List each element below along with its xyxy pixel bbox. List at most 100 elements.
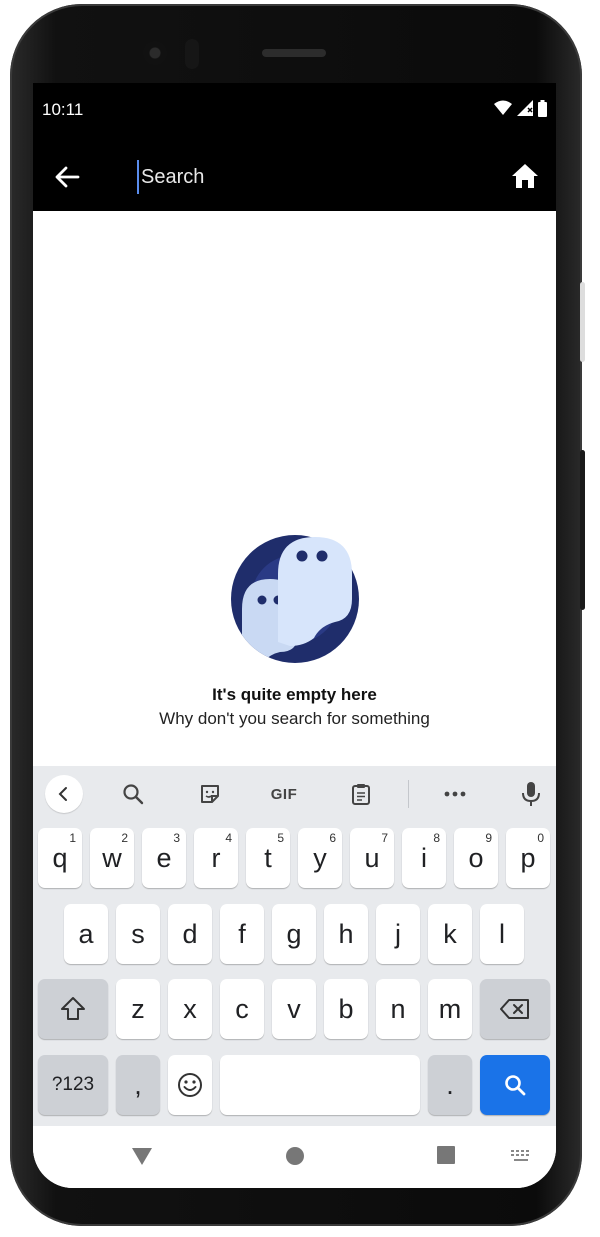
signal-icon	[517, 100, 533, 116]
key-letter: p	[520, 842, 536, 873]
key-z[interactable]: z	[116, 979, 160, 1039]
key-number-hint: 5	[277, 831, 284, 845]
key-number-hint: 1	[69, 831, 76, 845]
backspace-icon	[500, 999, 529, 1019]
home-icon[interactable]	[510, 161, 540, 191]
key-u[interactable]: u7	[350, 828, 394, 888]
volume-button	[580, 450, 585, 610]
key-letter: u	[364, 842, 380, 873]
more-horizontal-icon	[444, 791, 466, 797]
battery-icon	[538, 99, 547, 117]
shift-key[interactable]	[38, 979, 108, 1039]
key-number-hint: 7	[381, 831, 388, 845]
key-m[interactable]: m	[428, 979, 472, 1039]
key-letter: o	[468, 842, 484, 873]
shift-icon	[61, 997, 85, 1020]
key-j[interactable]: j	[376, 904, 420, 964]
gif-label: GIF	[270, 785, 298, 803]
sticker-button[interactable]	[190, 776, 230, 812]
soft-keyboard: GIF q1w2e3r4t5y6u7i8o9p0 asdfghjkl zxcvb…	[33, 766, 556, 1126]
nav-back-icon[interactable]	[131, 1146, 153, 1166]
key-r[interactable]: r4	[194, 828, 238, 888]
keyboard-toolbar: GIF	[33, 766, 556, 822]
search-app-bar	[33, 135, 556, 211]
key-e[interactable]: e3	[142, 828, 186, 888]
search-input[interactable]	[137, 160, 491, 194]
clipboard-icon	[352, 784, 370, 805]
key-p[interactable]: p0	[506, 828, 550, 888]
key-o[interactable]: o9	[454, 828, 498, 888]
chevron-left-icon	[58, 787, 67, 801]
key-a[interactable]: a	[64, 904, 108, 964]
voice-input-button[interactable]	[511, 776, 551, 812]
key-number-hint: 8	[433, 831, 440, 845]
period-key[interactable]: .	[428, 1055, 472, 1115]
key-n[interactable]: n	[376, 979, 420, 1039]
search-action-key[interactable]	[480, 1055, 550, 1115]
keyboard-switch-icon[interactable]	[511, 1150, 533, 1164]
ghosts-illustration-icon	[231, 535, 359, 663]
key-number-hint: 2	[121, 831, 128, 845]
emoji-icon	[178, 1073, 202, 1097]
key-letter: q	[52, 842, 68, 873]
key-t[interactable]: t5	[246, 828, 290, 888]
nav-home-icon[interactable]	[284, 1145, 306, 1167]
emoji-key[interactable]	[168, 1055, 212, 1115]
key-d[interactable]: d	[168, 904, 212, 964]
front-camera	[143, 41, 167, 65]
key-b[interactable]: b	[324, 979, 368, 1039]
key-f[interactable]: f	[220, 904, 264, 964]
nav-recents-icon[interactable]	[436, 1145, 456, 1165]
key-l[interactable]: l	[480, 904, 524, 964]
earpiece-speaker	[262, 49, 326, 57]
empty-state: It's quite empty here Why don't you sear…	[33, 211, 556, 766]
symbols-key[interactable]: ?123	[38, 1055, 108, 1115]
key-letter: w	[102, 842, 122, 873]
microphone-icon	[522, 782, 540, 806]
empty-state-subtitle: Why don't you search for something	[159, 709, 430, 728]
key-number-hint: 4	[225, 831, 232, 845]
search-icon	[505, 1075, 526, 1096]
key-number-hint: 0	[537, 831, 544, 845]
wifi-icon	[494, 100, 512, 115]
toolbar-divider	[408, 780, 409, 808]
toolbar-collapse-button[interactable]	[45, 775, 83, 813]
more-options-button[interactable]	[435, 776, 475, 812]
status-time: 10:11	[42, 100, 84, 119]
key-k[interactable]: k	[428, 904, 472, 964]
screen: 10:11 It's quit	[33, 83, 556, 1188]
gif-button[interactable]: GIF	[264, 776, 304, 812]
key-letter: e	[156, 842, 172, 873]
key-w[interactable]: w2	[90, 828, 134, 888]
empty-state-title: It's quite empty here	[212, 685, 377, 704]
key-g[interactable]: g	[272, 904, 316, 964]
key-number-hint: 9	[485, 831, 492, 845]
proximity-sensor	[185, 39, 199, 69]
keyboard-search-button[interactable]	[113, 776, 153, 812]
sticker-icon	[201, 785, 219, 803]
key-s[interactable]: s	[116, 904, 160, 964]
key-number-hint: 6	[329, 831, 336, 845]
search-icon	[123, 784, 144, 805]
key-letter: y	[313, 842, 327, 873]
comma-key[interactable]: ,	[116, 1055, 160, 1115]
back-arrow-icon[interactable]	[51, 161, 83, 193]
key-i[interactable]: i8	[402, 828, 446, 888]
key-v[interactable]: v	[272, 979, 316, 1039]
status-bar: 10:11	[33, 83, 556, 135]
space-key[interactable]	[220, 1055, 420, 1115]
key-letter: r	[211, 842, 221, 873]
power-button	[580, 282, 585, 362]
key-x[interactable]: x	[168, 979, 212, 1039]
backspace-key[interactable]	[480, 979, 550, 1039]
status-icons	[494, 98, 547, 118]
navigation-bar	[33, 1126, 556, 1188]
key-number-hint: 3	[173, 831, 180, 845]
key-c[interactable]: c	[220, 979, 264, 1039]
key-letter: t	[264, 842, 272, 873]
clipboard-button[interactable]	[341, 776, 381, 812]
key-letter: i	[421, 842, 427, 873]
key-y[interactable]: y6	[298, 828, 342, 888]
key-q[interactable]: q1	[38, 828, 82, 888]
key-h[interactable]: h	[324, 904, 368, 964]
